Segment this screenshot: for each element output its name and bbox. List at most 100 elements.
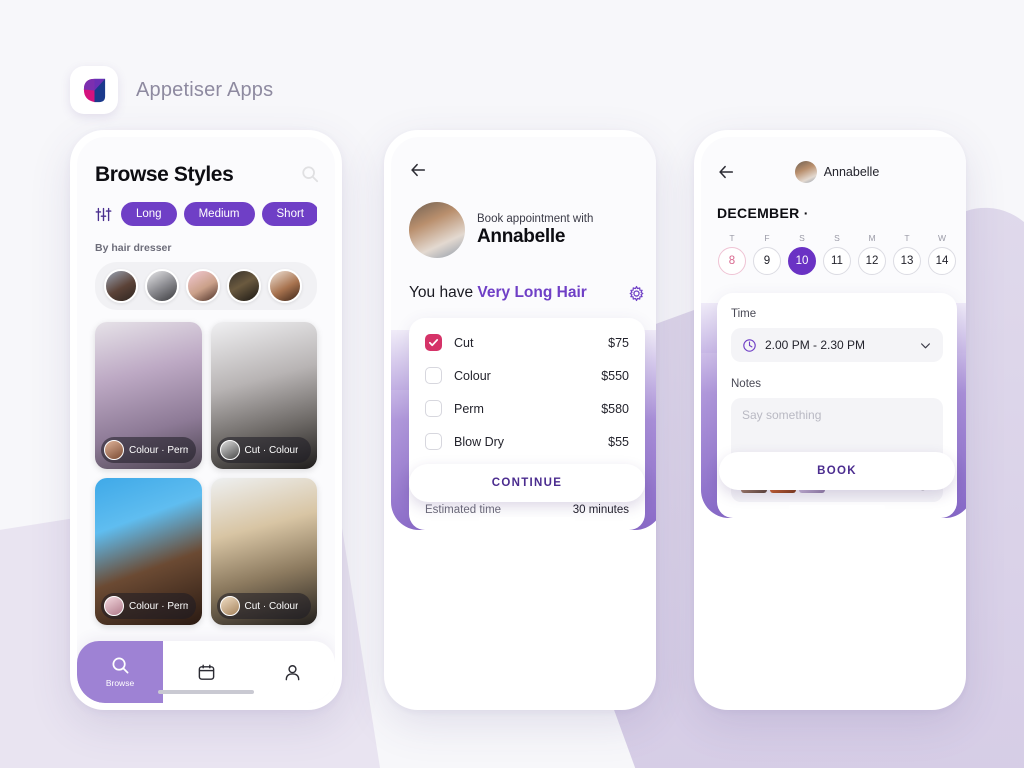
date-cell[interactable]: S 11	[822, 233, 852, 275]
weekday-letter: S	[799, 233, 805, 243]
stylist-chip: Annabelle	[735, 161, 939, 183]
style-card[interactable]: Colour · Perm	[95, 322, 202, 469]
style-card[interactable]: Colour · Perm	[95, 478, 202, 625]
dresser-avatar[interactable]	[227, 269, 261, 303]
screen-services: Book appointment with Annabelle You have…	[391, 137, 656, 530]
estimated-time-value: 30 minutes	[572, 504, 629, 516]
weekday-letter: F	[764, 233, 770, 243]
checkbox-blow-dry[interactable]	[425, 433, 442, 450]
date-number: 13	[893, 247, 921, 275]
style-card[interactable]: Cut · Colour	[210, 322, 317, 469]
dresser-avatar[interactable]	[268, 269, 302, 303]
service-name: Cut	[454, 335, 474, 350]
avatar	[104, 596, 124, 616]
arrow-left-icon[interactable]	[409, 161, 427, 179]
checkbox-cut[interactable]	[425, 334, 442, 351]
estimated-time-label: Estimated time	[425, 504, 502, 516]
date-cell[interactable]: T 13	[892, 233, 922, 275]
home-indicator	[158, 690, 254, 694]
style-card[interactable]: Cut · Colour	[210, 478, 317, 625]
search-icon[interactable]	[301, 165, 319, 183]
style-card-label: Colour · Perm	[129, 444, 188, 456]
screen-browse: Browse Styles Long Medium Short Very By …	[77, 137, 335, 703]
style-cards-grid: Colour · Perm Cut · Colour Colour · Perm	[95, 322, 317, 625]
service-row-colour[interactable]: Colour $550	[425, 367, 629, 384]
avatar	[219, 440, 240, 460]
dresser-avatar[interactable]	[186, 269, 220, 303]
service-price: $580	[601, 401, 629, 416]
month-label[interactable]: DECEMBER ·	[717, 205, 957, 221]
service-name: Colour	[454, 368, 491, 383]
date-cell[interactable]: M 12	[857, 233, 887, 275]
clock-icon	[743, 338, 756, 352]
style-card-tag: Cut · Colour	[216, 437, 311, 463]
brand-title: Appetiser Apps	[136, 78, 274, 101]
time-label: Time	[731, 308, 757, 320]
weekday-letter: T	[729, 233, 735, 243]
service-name: Blow Dry	[454, 434, 505, 449]
hair-type-text: You have Very Long Hair	[409, 284, 587, 302]
stylist-avatar	[794, 161, 817, 183]
chip-short[interactable]: Short	[261, 202, 317, 226]
avatar	[104, 440, 124, 460]
date-number: 8	[718, 247, 746, 275]
style-card-label: Cut · Colour	[244, 444, 299, 456]
stylist-avatar	[409, 202, 465, 258]
booking-header: Annabelle	[717, 161, 957, 183]
app-logo	[70, 66, 118, 114]
chip-medium[interactable]: Medium	[183, 202, 255, 226]
service-row-blow-dry[interactable]: Blow Dry $55	[425, 433, 629, 450]
date-cell[interactable]: F 9	[752, 233, 782, 275]
book-button[interactable]: BOOK	[719, 452, 955, 490]
arrow-left-icon[interactable]	[717, 163, 735, 181]
date-cell[interactable]: W 14	[927, 233, 957, 275]
checkbox-colour[interactable]	[425, 367, 442, 384]
person-icon	[285, 664, 299, 680]
home-indicator	[479, 517, 575, 521]
service-name: Perm	[454, 401, 484, 416]
chevron-down-icon	[921, 342, 930, 348]
date-cell[interactable]: T 8	[717, 233, 747, 275]
filter-sliders-icon[interactable]	[95, 206, 112, 223]
style-card-tag: Cut · Colour	[216, 593, 311, 619]
notes-placeholder: Say something	[742, 408, 822, 422]
search-icon	[112, 657, 128, 674]
stylist-name: Annabelle	[823, 165, 880, 179]
dresser-avatar[interactable]	[104, 269, 138, 303]
service-row-cut[interactable]: Cut $75	[425, 334, 629, 351]
by-hair-dresser-label: By hair dresser	[95, 242, 172, 254]
hair-type-value: Very Long Hair	[477, 284, 587, 301]
date-number: 9	[753, 247, 781, 275]
check-icon	[428, 339, 439, 347]
phone-booking: Annabelle DECEMBER · T 8 F 9 S 10 S 11 M…	[694, 130, 966, 710]
time-select[interactable]: 2.00 PM - 2.30 PM	[731, 328, 943, 362]
estimated-time-row: Estimated time 30 minutes	[425, 504, 629, 516]
screen-booking: Annabelle DECEMBER · T 8 F 9 S 10 S 11 M…	[701, 137, 966, 518]
checkbox-perm[interactable]	[425, 400, 442, 417]
hair-dresser-list	[95, 262, 317, 310]
style-card-tag: Colour · Perm	[101, 437, 196, 463]
style-card-label: Colour · Perm	[129, 600, 188, 612]
date-number: 10	[788, 247, 816, 275]
service-price: $55	[608, 434, 629, 449]
service-row-perm[interactable]: Perm $580	[425, 400, 629, 417]
hair-type-row: You have Very Long Hair	[409, 284, 645, 302]
tab-profile[interactable]	[249, 641, 335, 703]
filter-chips-row: Long Medium Short Very	[95, 201, 317, 227]
chip-long[interactable]: Long	[121, 202, 177, 226]
tab-browse[interactable]: Browse	[77, 641, 163, 703]
appointment-subtitle: Book appointment with	[477, 212, 594, 225]
appetiser-logo-icon	[83, 78, 105, 102]
phone-services: Book appointment with Annabelle You have…	[384, 130, 656, 710]
dresser-avatar[interactable]	[145, 269, 179, 303]
date-cell-selected[interactable]: S 10	[787, 233, 817, 275]
continue-button[interactable]: CONTINUE	[409, 464, 645, 502]
service-price: $75	[608, 335, 629, 350]
appointment-header: Book appointment with Annabelle	[409, 202, 645, 258]
date-number: 14	[928, 247, 956, 275]
page-title: Browse Styles	[95, 163, 234, 186]
date-number: 12	[858, 247, 886, 275]
gear-icon[interactable]	[628, 285, 645, 302]
style-card-tag: Colour · Perm	[101, 593, 196, 619]
date-number: 11	[823, 247, 851, 275]
